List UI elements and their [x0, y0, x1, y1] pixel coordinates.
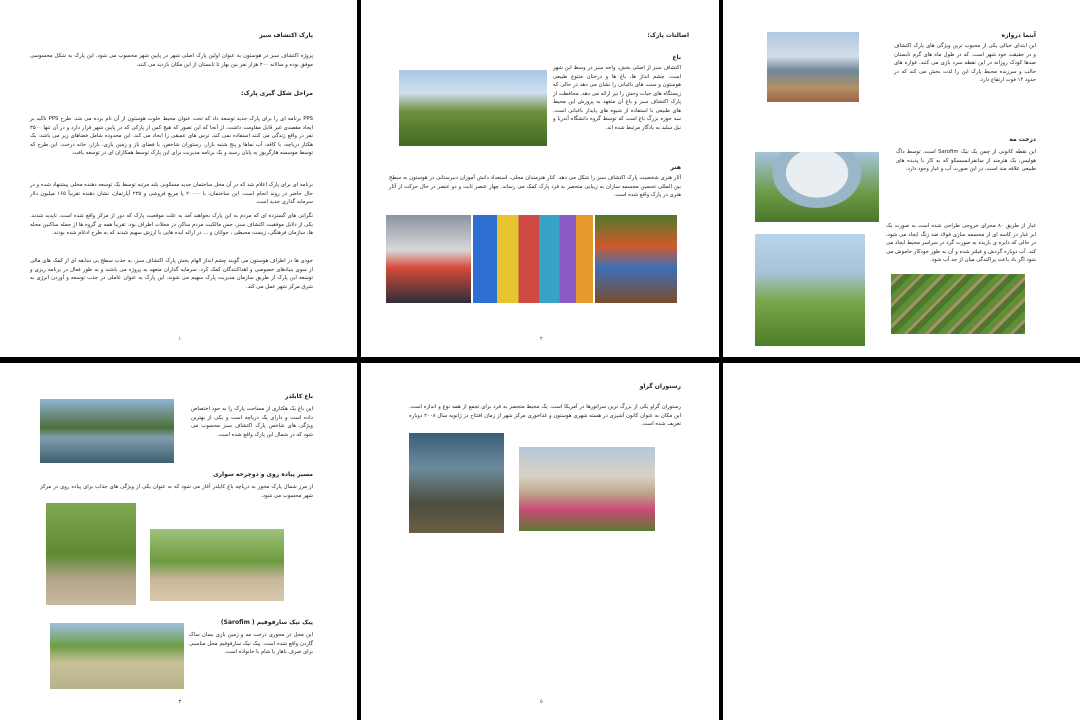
page-5: رستوران گراو رستوران گراو یکی از بزرگ تر… [361, 363, 719, 720]
paragraph: آثار هنری شخصیت پارک اکتشاف سبز را شکل م… [389, 175, 681, 198]
paragraph: اکتشاف سبز از اصلی بخش، واحه سبز در وسط … [553, 65, 681, 131]
sculpture-photo [386, 215, 471, 303]
page-1: پارک اکتشاف سبز پروژه اکتشاف سبز در هوست… [0, 0, 357, 357]
section-heading: باغ [672, 54, 681, 61]
paragraph: این نقطه کانونی از چمن یک نیک Sarofim اس… [896, 149, 1037, 172]
page-title: اصالتات پارک: [647, 32, 689, 39]
garden-beds-photo [891, 274, 1025, 334]
paragraph: این ابتدای خیالی یکی از محبوب ترین ویژگی… [894, 43, 1036, 83]
blank-page [723, 363, 1080, 720]
section-heading: باغ کایلدر [284, 393, 313, 400]
section-heading: آبنما دروازه [1001, 32, 1036, 39]
paragraph: این باغ یک هکتاری از مساحت پارک را به خو… [191, 406, 313, 438]
section-heading: مسیر پیاده روی و دوچرخه سواری [213, 471, 313, 478]
page-number: ١ [178, 335, 182, 342]
intro-paragraph: پروژه اکتشاف سبز در هوستون به عنوان اولی… [30, 53, 313, 68]
garden-photo [399, 70, 547, 146]
cyclist-photo [46, 503, 136, 605]
page-number: ٣ [178, 698, 182, 705]
paragraph: خودی ها در اطراف هوستون می گویند چشم اند… [30, 258, 313, 290]
mist-tree-photo [755, 152, 879, 222]
page-number: ٥ [540, 698, 543, 705]
page-4: باغ کایلدر این باغ یک هکتاری از مساحت پا… [0, 363, 357, 720]
paragraph: PPS برنامه ای را برای پارک جدید توسعه دا… [30, 116, 313, 156]
cafe-photo [409, 433, 504, 533]
walkway-photo [150, 529, 284, 601]
section-heading: پیک نیک سارفوفیم ( Sarofim) [220, 619, 313, 626]
art-car-photo [595, 215, 677, 303]
section-heading: درخت مه [1009, 136, 1036, 143]
paragraph: از مرز شمال پارک محور به دریاچه باغ کایل… [40, 484, 313, 499]
paragraph: نگرانی های گسترده ای که مردم به این پارک… [30, 213, 313, 236]
paragraph: رستوران گراو یکی از بزرگ ترین سراتورها د… [409, 404, 681, 427]
lawn-photo [755, 234, 865, 346]
section-heading: مراحل شکل گیری پارک: [241, 90, 313, 97]
color-blocks-photo [473, 215, 593, 303]
paragraph: این محل در محوری درخت مه و زمین بازی بسا… [189, 632, 313, 655]
fountain-photo [767, 32, 859, 102]
picnic-photo [50, 623, 184, 689]
page-2: اصالتات پارک: باغ اکتشاف سبز از اصلی بخش… [361, 0, 719, 357]
paragraph: غبار از طریق ۸۰ مجرای خروجی طراحی شده اس… [886, 223, 1036, 263]
grove-photo [519, 447, 655, 531]
section-heading: رستوران گراو [639, 383, 681, 390]
pond-photo [40, 399, 174, 463]
page-title: پارک اکتشاف سبز [259, 32, 313, 39]
page-3: آبنما دروازه این ابتدای خیالی یکی از محب… [723, 0, 1080, 357]
section-heading: هنر [670, 164, 681, 171]
paragraph: برنامه ای برای پارک اعلام شد که در آن مح… [30, 182, 313, 205]
page-number: ٢ [540, 335, 543, 342]
